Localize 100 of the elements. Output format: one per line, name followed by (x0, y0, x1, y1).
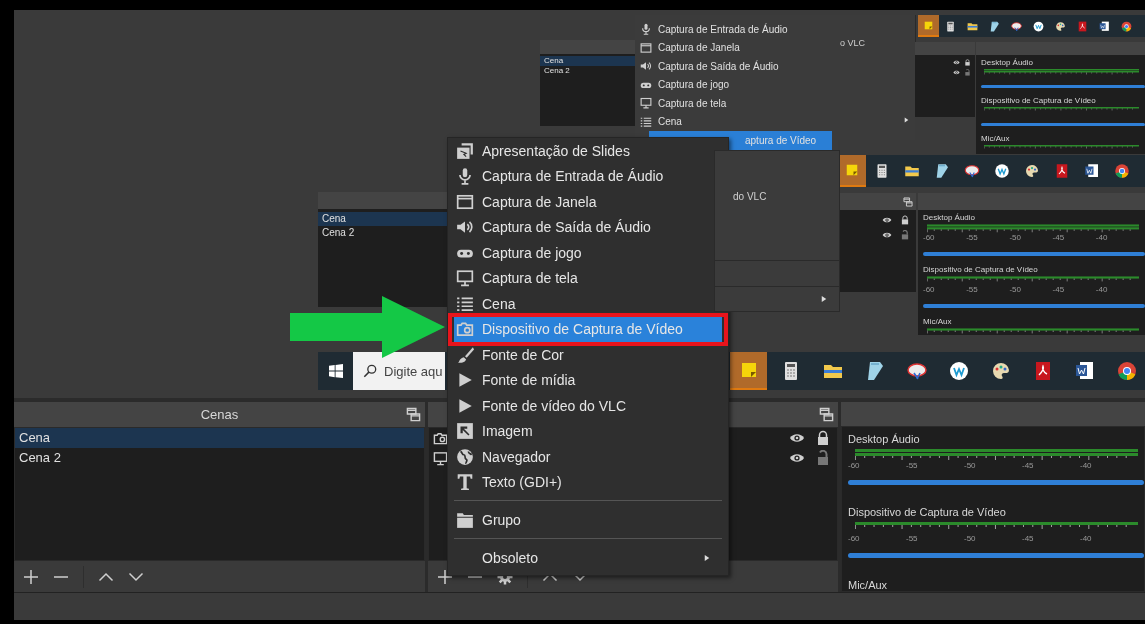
folder-icon (456, 510, 474, 529)
tick-label: -45 (1052, 285, 1066, 294)
volume-slider[interactable] (848, 553, 1144, 559)
undock-icon (903, 196, 913, 207)
tick-label: -40 (1080, 461, 1093, 471)
monitor-icon (640, 97, 652, 110)
volume-slider[interactable] (848, 480, 1144, 486)
brush-icon (456, 345, 474, 364)
tick-label: -40 (1080, 534, 1093, 544)
volume-slider[interactable] (923, 252, 1145, 256)
play-icon (456, 396, 474, 415)
scene-item[interactable]: Cena 2 (318, 226, 450, 240)
paint-icon (963, 162, 981, 180)
windows-logo-icon (328, 364, 343, 378)
menu-item[interactable]: Fonte de vídeo do VLC (454, 393, 722, 419)
menu-item[interactable]: Fonte de Cor (454, 342, 722, 368)
submenu-arrow-icon (904, 117, 909, 123)
menu-item[interactable]: Captura de tela (635, 94, 838, 113)
tick-label: -55 (966, 233, 979, 242)
menu-item[interactable]: Grupo (454, 506, 722, 533)
monitor-icon (456, 269, 474, 288)
palette-icon (1023, 162, 1041, 180)
notepad-icon (988, 19, 1001, 33)
w-logo-icon (993, 162, 1011, 180)
tick-label: -45 (1052, 233, 1066, 242)
tick-label: -50 (1009, 285, 1022, 294)
scene-item[interactable]: Cena 2 (15, 448, 424, 468)
channel-name: Mic/Aux (848, 579, 889, 591)
volume-slider[interactable] (981, 85, 1145, 88)
eye-icon[interactable] (953, 68, 960, 76)
padlock-closed-icon[interactable] (964, 58, 971, 66)
menu-item[interactable]: Obsoleto (454, 544, 722, 571)
menu-item[interactable]: do VLC (733, 191, 767, 202)
calculator-icon (944, 19, 957, 33)
browser-icon (1120, 19, 1133, 33)
tick-label: -40 (1095, 233, 1109, 242)
pdf-icon (1076, 19, 1089, 33)
channel-name: Dispositivo de Captura de Vídeo (923, 265, 1039, 275)
add-button[interactable] (437, 568, 453, 585)
globe-icon (456, 447, 474, 466)
channel-name: Dispositivo de Captura de Vídeo (981, 96, 1097, 106)
palette-icon (1054, 19, 1067, 33)
w-logo-icon (1032, 19, 1045, 33)
scene-item[interactable]: Cena (540, 56, 636, 66)
tick-label: -55 (906, 534, 919, 544)
menu-item[interactable]: Captura de Janela (635, 38, 838, 57)
tick-label: -60 (923, 285, 936, 294)
menu-item[interactable]: Texto (GDI+) (454, 469, 722, 495)
tick-label: -55 (906, 461, 919, 471)
search-icon (363, 364, 377, 378)
camera-icon (433, 430, 448, 446)
window-icon (456, 192, 474, 211)
menu-item[interactable]: Imagem (454, 418, 722, 444)
menu-item[interactable]: Captura de Entrada de Áudio (635, 20, 838, 39)
taskbar-button[interactable] (838, 155, 866, 187)
padlock-closed-icon[interactable] (900, 214, 910, 225)
camera-icon (456, 320, 474, 339)
tick-label: -60 (848, 461, 861, 471)
menu-item[interactable]: o VLC (840, 38, 865, 48)
padlock-open-icon[interactable] (815, 450, 831, 466)
microphone-icon (640, 23, 652, 36)
undock-icon (406, 407, 421, 422)
channel-name: Desktop Áudio (923, 213, 977, 223)
menu-item[interactable]: Navegador (454, 444, 722, 470)
padlock-open-icon[interactable] (900, 229, 910, 240)
channel-name: Mic/Aux (923, 317, 953, 327)
image-icon (456, 422, 474, 441)
document-icon (1098, 19, 1111, 33)
eye-icon[interactable] (953, 58, 960, 66)
tick-label: -60 (923, 233, 936, 242)
tick-label: -45 (1022, 534, 1035, 544)
search-field[interactable]: Digite aqu (353, 352, 445, 390)
padlock-closed-icon[interactable] (815, 430, 831, 446)
browser-icon (1113, 162, 1131, 180)
tick-label: -60 (848, 534, 861, 544)
submenu-arrow-icon (821, 295, 827, 303)
undock-icon (819, 407, 834, 422)
microphone-icon (456, 167, 474, 186)
add-button[interactable] (23, 568, 39, 585)
dock-title: Cenas (200, 407, 239, 422)
menu-item[interactable]: Captura de jogo (635, 75, 838, 94)
paint-icon (1010, 19, 1023, 33)
tick-label: -50 (1009, 233, 1022, 242)
play-icon (456, 371, 474, 390)
scene-item[interactable]: Cena (318, 212, 450, 226)
padlock-open-icon[interactable] (964, 68, 971, 76)
submenu-arrow-icon (704, 553, 710, 562)
document-icon (1083, 162, 1101, 180)
scene-item[interactable]: Cena (15, 428, 424, 448)
scene-item[interactable]: Cena 2 (540, 66, 636, 76)
menu-item[interactable]: Captura de Saída de Áudio (635, 57, 838, 76)
menu-item[interactable]: Fonte de mídia (454, 367, 722, 393)
volume-slider[interactable] (981, 123, 1145, 126)
text-icon (456, 473, 474, 492)
volume-slider[interactable] (923, 304, 1145, 308)
channel-name: Desktop Áudio (981, 58, 1035, 68)
menu-item[interactable]: Cena (635, 112, 838, 131)
slides-icon (456, 141, 474, 160)
channel-name: Mic/Aux (981, 134, 1011, 144)
tick-label: -50 (964, 534, 977, 544)
